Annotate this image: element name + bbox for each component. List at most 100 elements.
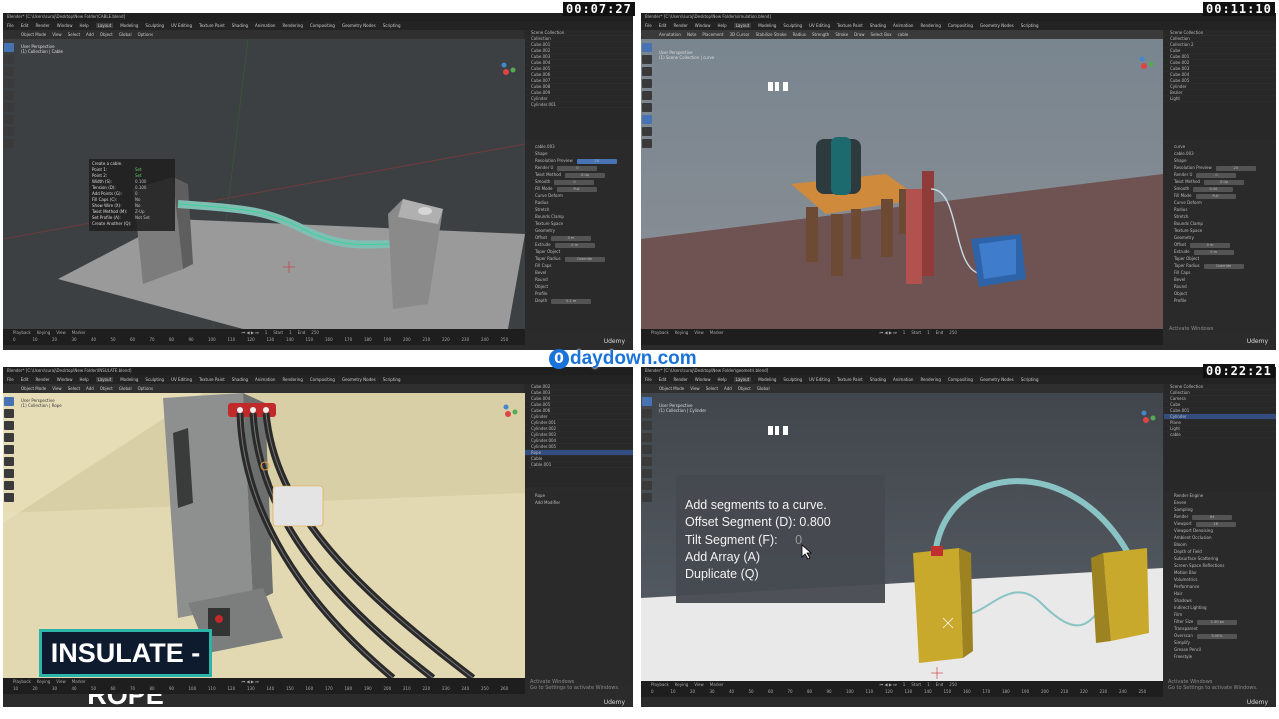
menu-item-window[interactable]: Window [695, 377, 711, 382]
menu-item-shading[interactable]: Shading [870, 23, 886, 28]
menu-item-uv-editing[interactable]: UV Editing [809, 23, 830, 28]
header-item-global[interactable]: Global [119, 32, 132, 37]
menu-item-texture-paint[interactable]: Texture Paint [199, 23, 225, 28]
timeline-menu-keying[interactable]: Keying [675, 330, 688, 335]
timeline-value[interactable]: 1 [265, 330, 268, 335]
navigation-gizmo-icon[interactable] [497, 403, 519, 425]
menu-item-render[interactable]: Render [35, 377, 49, 382]
timeline-menu-view[interactable]: View [56, 330, 66, 335]
timeline-value[interactable]: 250 [949, 330, 957, 335]
header-item-select[interactable]: Select [706, 386, 718, 391]
transform-tool-icon[interactable] [642, 457, 652, 466]
timeline-value[interactable]: 1 [903, 682, 906, 687]
annotate-tool-icon[interactable] [642, 469, 652, 478]
annotate-tool-icon[interactable] [4, 115, 14, 124]
select-tool-icon[interactable] [4, 397, 14, 406]
header-item-add[interactable]: Add [86, 386, 94, 391]
header-item-select[interactable]: Select [68, 32, 80, 37]
property-field[interactable]: 0.00 [1193, 186, 1234, 192]
playback-controls-icon[interactable]: ⏮ ◀ ▶ ⏭ [242, 330, 259, 335]
menu-item-texture-paint[interactable]: Texture Paint [837, 23, 863, 28]
header-item-object[interactable]: Object [100, 386, 113, 391]
timeline-menu-playback[interactable]: Playback [13, 330, 31, 335]
cursor-tool-icon[interactable] [4, 55, 14, 64]
header-item-select-box[interactable]: Select Box [871, 32, 892, 37]
property-field[interactable]: Override [1203, 263, 1244, 269]
property-field[interactable]: 0 m [554, 242, 595, 248]
scale-tool-icon[interactable] [4, 91, 14, 100]
timeline-value[interactable]: End [936, 330, 944, 335]
timeline-value[interactable]: 1 [927, 330, 930, 335]
header-item-stroke[interactable]: Stroke [835, 32, 848, 37]
menu-item-modeling[interactable]: Modeling [120, 23, 138, 28]
menu-item-geometry-nodes[interactable]: Geometry Nodes [342, 377, 376, 382]
timeline-value[interactable]: 1 [927, 682, 930, 687]
menu-item-help[interactable]: Help [79, 23, 88, 28]
timeline-menu-keying[interactable]: Keying [37, 330, 50, 335]
outliner-item[interactable]: cable [1164, 432, 1276, 438]
timeline-menu-marker[interactable]: Marker [710, 330, 724, 335]
menu-item-scripting[interactable]: Scripting [383, 23, 401, 28]
menu-item-help[interactable]: Help [717, 23, 726, 28]
menu-item-shading[interactable]: Shading [232, 377, 248, 382]
menu-item-geometry-nodes[interactable]: Geometry Nodes [980, 377, 1014, 382]
timeline-value[interactable]: End [298, 330, 306, 335]
timeline-value[interactable]: 1 [903, 330, 906, 335]
menu-item-modeling[interactable]: Modeling [120, 377, 138, 382]
menu-item-layout[interactable]: Layout [733, 377, 752, 382]
cursor-tool-icon[interactable] [642, 55, 652, 64]
menu-item-layout[interactable]: Layout [95, 377, 114, 382]
property-field[interactable]: Z-Up [1204, 179, 1245, 185]
move-tool-icon[interactable] [642, 421, 652, 430]
timeline-menu-view[interactable]: View [694, 330, 704, 335]
property-field[interactable]: Z-Up [565, 172, 606, 178]
transform-tool-icon[interactable] [4, 103, 14, 112]
move-tool-icon[interactable] [4, 67, 14, 76]
header-item-note[interactable]: Note [687, 32, 696, 37]
timeline-menu-marker[interactable]: Marker [72, 330, 86, 335]
header-item-options[interactable]: Options [138, 32, 153, 37]
menu-item-render[interactable]: Render [35, 23, 49, 28]
move-tool-icon[interactable] [4, 421, 14, 430]
property-field[interactable]: 64 [1192, 514, 1233, 520]
timeline-menu-marker[interactable]: Marker [72, 679, 86, 684]
header-item-object[interactable]: Object [738, 386, 751, 391]
menu-item-rendering[interactable]: Rendering [920, 377, 940, 382]
timeline-menu-playback[interactable]: Playback [651, 682, 669, 687]
header-item-select[interactable]: Select [68, 386, 80, 391]
menu-item-rendering[interactable]: Rendering [282, 377, 302, 382]
cursor-tool-icon[interactable] [4, 409, 14, 418]
navigation-gizmo-icon[interactable] [1133, 55, 1155, 77]
header-item-add[interactable]: Add [86, 32, 94, 37]
rotate-tool-icon[interactable] [4, 79, 14, 88]
menu-item-sculpting[interactable]: Sculpting [145, 23, 164, 28]
header-item-annotation[interactable]: Annotation [659, 32, 681, 37]
header-item-object-mode[interactable]: Object Mode [21, 386, 46, 391]
outliner-item[interactable]: Cylinder.001 [525, 102, 633, 108]
menu-item-file[interactable]: File [7, 23, 14, 28]
property-field[interactable]: 0 [557, 165, 598, 171]
timeline-value[interactable]: 250 [949, 682, 957, 687]
hud-value[interactable]: Not Set [135, 215, 150, 221]
menu-item-uv-editing[interactable]: UV Editing [809, 377, 830, 382]
menu-item-sculpting[interactable]: Sculpting [783, 377, 802, 382]
rotate-tool-icon[interactable] [642, 79, 652, 88]
menu-item-edit[interactable]: Edit [659, 377, 667, 382]
header-item-placement[interactable]: Placement [702, 32, 723, 37]
property-field[interactable]: Override [564, 256, 605, 262]
menu-item-sculpting[interactable]: Sculpting [145, 377, 164, 382]
timeline-value[interactable]: 250 [311, 330, 319, 335]
header-item-view[interactable]: View [52, 32, 62, 37]
timeline-menu-playback[interactable]: Playback [651, 330, 669, 335]
annotate-tool-icon[interactable] [642, 115, 652, 124]
add-cube-tool-icon[interactable] [642, 139, 652, 148]
timeline-menu-playback[interactable]: Playback [13, 679, 31, 684]
property-field[interactable]: 20 [576, 158, 617, 164]
add-cube-tool-icon[interactable] [4, 493, 14, 502]
timeline-value[interactable]: Start [273, 330, 283, 335]
property-field[interactable]: 1.50 px [1197, 619, 1238, 625]
header-item-view[interactable]: View [52, 386, 62, 391]
outliner-item[interactable]: Light [1164, 96, 1276, 102]
menu-item-sculpting[interactable]: Sculpting [783, 23, 802, 28]
menu-item-file[interactable]: File [645, 23, 652, 28]
